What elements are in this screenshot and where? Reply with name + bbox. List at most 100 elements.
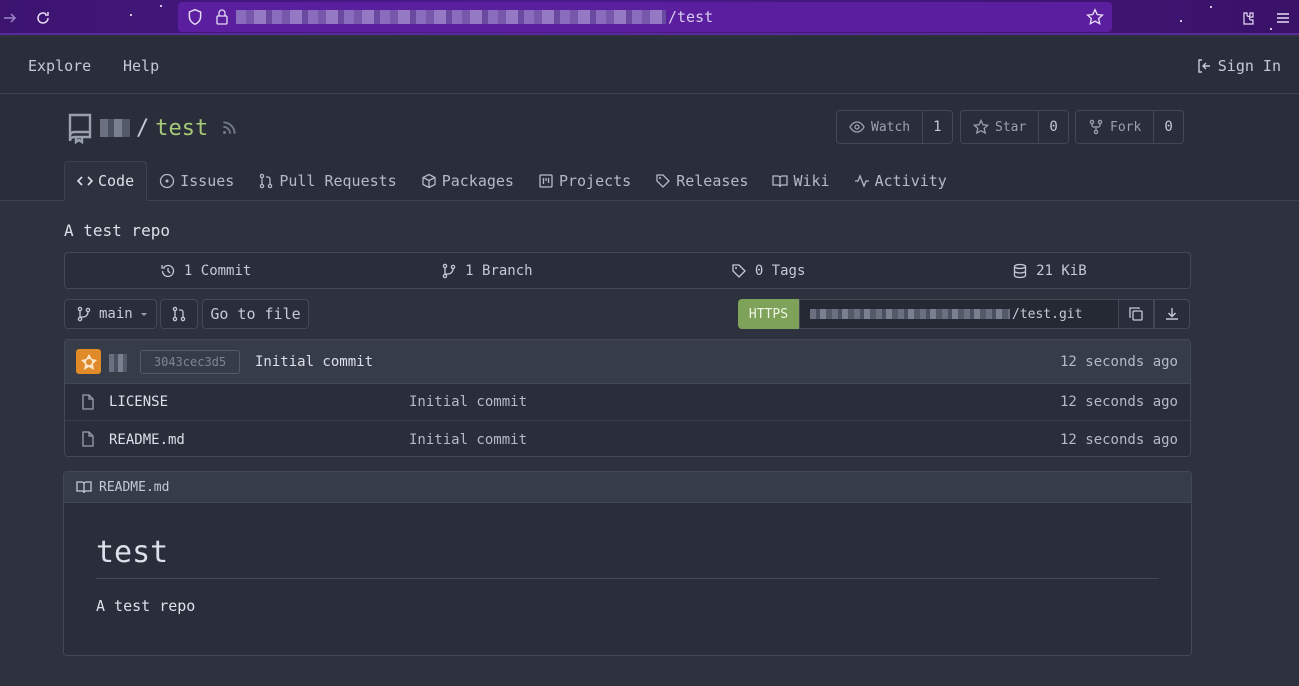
watch-count[interactable]: 1 xyxy=(923,111,951,143)
commit-message[interactable]: Initial commit xyxy=(255,354,373,370)
tab-pull-requests-label: Pull Requests xyxy=(279,172,397,190)
star-button[interactable]: Star 0 xyxy=(960,110,1069,144)
clone-host-redacted xyxy=(810,309,1010,319)
lock-icon xyxy=(216,9,228,25)
branches-count: 1 Branch xyxy=(465,262,533,279)
commit-age: 12 seconds ago xyxy=(1059,353,1178,370)
branch-name: main xyxy=(99,306,133,322)
tab-code-label: Code xyxy=(98,172,135,190)
commit-author-redacted[interactable] xyxy=(109,354,127,372)
top-navbar: Explore Help Sign In xyxy=(0,37,1299,94)
star-count[interactable]: 0 xyxy=(1039,111,1067,143)
eye-icon xyxy=(849,121,865,133)
fork-count[interactable]: 0 xyxy=(1154,111,1182,143)
tag-icon xyxy=(732,263,746,278)
fork-button[interactable]: Fork 0 xyxy=(1075,110,1184,144)
tag-icon xyxy=(656,174,671,188)
compare-button[interactable] xyxy=(160,299,198,329)
download-button[interactable] xyxy=(1154,299,1190,329)
sign-in-icon xyxy=(1198,59,1210,73)
database-icon xyxy=(1013,263,1027,278)
clone-url-field[interactable]: /test.git xyxy=(799,299,1119,329)
tab-packages[interactable]: Packages xyxy=(409,161,526,201)
star-label: Star xyxy=(995,119,1027,135)
chevron-down-icon xyxy=(140,313,147,316)
file-icon xyxy=(82,431,94,447)
tab-wiki-label: Wiki xyxy=(793,172,830,190)
branch-icon xyxy=(77,306,91,322)
extensions-icon[interactable] xyxy=(1238,8,1258,28)
repo-description: A test repo xyxy=(64,221,170,240)
latest-commit-row: 3043cec3d5 Initial commit 12 seconds ago xyxy=(65,340,1190,384)
watch-label: Watch xyxy=(871,119,911,135)
pull-request-icon xyxy=(260,173,273,189)
download-icon xyxy=(1166,308,1178,320)
tab-activity-label: Activity xyxy=(874,172,947,190)
file-commit-message[interactable]: Initial commit xyxy=(409,432,527,448)
tab-wiki[interactable]: Wiki xyxy=(760,161,841,201)
issue-icon xyxy=(159,173,175,189)
rss-icon[interactable] xyxy=(220,119,238,137)
go-to-file-button[interactable]: Go to file xyxy=(202,299,309,329)
tab-releases[interactable]: Releases xyxy=(643,161,760,201)
url-bar[interactable]: /test xyxy=(178,2,1112,32)
repo-name-link[interactable]: test xyxy=(155,116,208,141)
copy-url-button[interactable] xyxy=(1118,299,1154,329)
reload-icon[interactable] xyxy=(33,8,53,28)
nav-help[interactable]: Help xyxy=(123,57,159,75)
file-list: 3043cec3d5 Initial commit 12 seconds ago… xyxy=(64,339,1191,457)
tab-activity[interactable]: Activity xyxy=(842,161,959,201)
file-name-link[interactable]: LICENSE xyxy=(109,394,168,410)
package-icon xyxy=(422,173,436,189)
nav-explore[interactable]: Explore xyxy=(28,57,91,75)
tab-packages-label: Packages xyxy=(441,172,514,190)
repo-owner-redacted[interactable] xyxy=(100,119,130,137)
bookmark-star-icon[interactable] xyxy=(1086,8,1104,26)
repo-summary-bar: 1 Commit 1 Branch 0 Tags 21 KiB xyxy=(64,252,1191,289)
code-icon xyxy=(77,176,93,186)
tab-pull-requests[interactable]: Pull Requests xyxy=(246,161,408,201)
branches-link[interactable]: 1 Branch xyxy=(346,253,627,288)
readme-filename[interactable]: README.md xyxy=(99,480,169,495)
tab-issues[interactable]: Issues xyxy=(147,161,246,201)
list-item: README.md Initial commit 12 seconds ago xyxy=(65,421,1190,456)
branch-icon xyxy=(442,263,456,278)
branch-selector[interactable]: main xyxy=(64,299,157,329)
star-icon xyxy=(973,119,989,135)
repo-slash: / xyxy=(136,115,150,141)
https-clone-button[interactable]: HTTPS xyxy=(738,299,799,329)
url-host-redacted xyxy=(236,10,666,24)
repo-icon xyxy=(68,113,92,144)
file-toolbar: main Go to file HTTPS /test.git xyxy=(64,299,1191,329)
sign-in-link[interactable]: Sign In xyxy=(1196,57,1281,75)
hamburger-menu-icon[interactable] xyxy=(1273,8,1293,28)
file-commit-message[interactable]: Initial commit xyxy=(409,394,527,410)
tags-link[interactable]: 0 Tags xyxy=(628,253,909,288)
readme-heading: test xyxy=(96,535,1159,579)
tab-releases-label: Releases xyxy=(676,172,749,190)
readme-panel: README.md test A test repo xyxy=(63,471,1192,656)
readme-header: README.md xyxy=(64,472,1191,503)
repo-size: 21 KiB xyxy=(909,253,1190,288)
tab-projects[interactable]: Projects xyxy=(526,161,643,201)
copy-icon xyxy=(1129,307,1143,321)
file-name-link[interactable]: README.md xyxy=(109,432,185,448)
watch-button[interactable]: Watch 1 xyxy=(836,110,953,144)
forward-arrow-icon[interactable] xyxy=(0,8,20,28)
fork-label: Fork xyxy=(1110,119,1142,135)
commits-link[interactable]: 1 Commit xyxy=(65,253,346,288)
repo-tabs: Code Issues Pull Requests Packages Proje… xyxy=(64,161,959,201)
readme-paragraph: A test repo xyxy=(96,597,196,615)
tab-code[interactable]: Code xyxy=(64,161,148,201)
url-path: /test xyxy=(668,8,714,26)
sign-in-label: Sign In xyxy=(1217,57,1281,75)
pull-request-icon xyxy=(172,306,186,322)
book-icon xyxy=(772,175,789,188)
commit-sha-link[interactable]: 3043cec3d5 xyxy=(140,350,240,374)
tab-projects-label: Projects xyxy=(558,172,632,190)
avatar[interactable] xyxy=(76,349,101,374)
browser-toolbar: /test xyxy=(0,0,1299,35)
list-item: LICENSE Initial commit 12 seconds ago xyxy=(65,384,1190,421)
file-commit-age: 12 seconds ago xyxy=(1059,431,1178,448)
pulse-icon xyxy=(854,174,869,188)
